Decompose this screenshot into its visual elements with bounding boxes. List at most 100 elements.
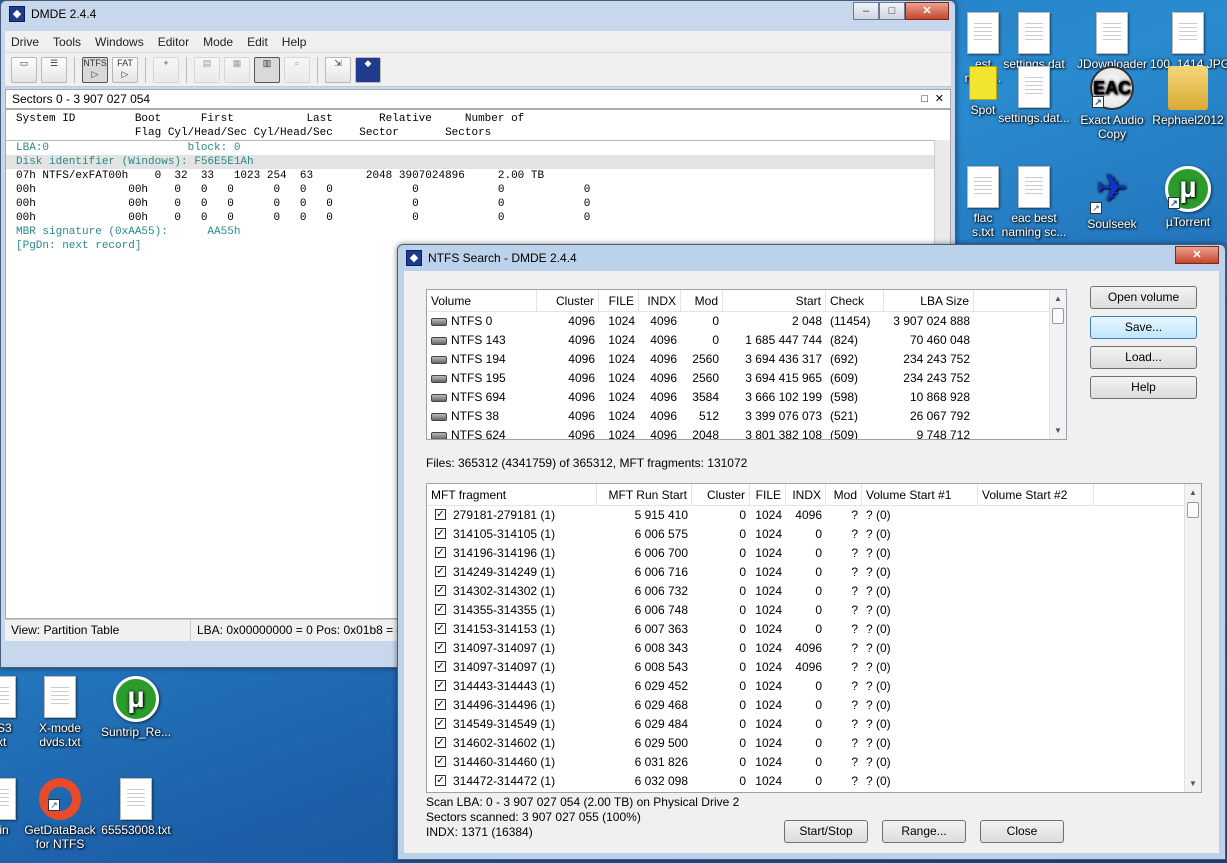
fragment-row[interactable]: ✓ 314249-314249 (1) 6 006 716 0 1024 0? ? (0) bbox=[427, 563, 1201, 582]
desktop-icon[interactable]: 65553008.txt bbox=[98, 778, 174, 837]
drive-select-icon[interactable]: ▭ bbox=[11, 56, 37, 83]
partition-row[interactable]: 00h 00h 0 0 0 0 0 0 0 0 0 bbox=[6, 183, 950, 197]
copy-sectors-icon[interactable]: ⇲ bbox=[325, 56, 351, 83]
wand-icon[interactable]: ✦ bbox=[153, 56, 179, 83]
row-checkbox[interactable]: ✓ bbox=[435, 775, 446, 787]
menu-tools[interactable]: Tools bbox=[53, 35, 81, 49]
tree-view-icon[interactable]: ▤ bbox=[194, 56, 220, 83]
fragment-row[interactable]: ✓ 314443-314443 (1) 6 029 452 0 1024 0? ? (0) bbox=[427, 677, 1201, 696]
menu-edit[interactable]: Edit bbox=[247, 35, 268, 49]
column-header[interactable]: Volume Start #1 bbox=[862, 484, 978, 505]
volume-row[interactable]: NTFS 143 4096 1024 4096 0 1 685 447 744 (824) 7… bbox=[427, 331, 1066, 350]
desktop-icon[interactable]: µ ↗ µTorrent bbox=[1150, 166, 1226, 229]
row-checkbox[interactable]: ✓ bbox=[435, 566, 446, 578]
partition-row[interactable]: Disk identifier (Windows): F56E5E1Ah bbox=[6, 155, 950, 169]
column-header[interactable]: INDX bbox=[786, 484, 826, 505]
column-header[interactable]: Mod bbox=[681, 290, 723, 311]
open-volume-button[interactable]: Open volume bbox=[1090, 286, 1197, 309]
fragment-row[interactable]: ✓ 314153-314153 (1) 6 007 363 0 1024 0? ? (0) bbox=[427, 620, 1201, 639]
dialog-close-button[interactable]: ✕ bbox=[1175, 246, 1219, 264]
desktop-icon[interactable]: X-mode dvds.txt bbox=[22, 676, 98, 749]
menu-editor[interactable]: Editor bbox=[158, 35, 189, 49]
column-header[interactable]: FILE bbox=[599, 290, 639, 311]
fragment-row[interactable]: ✓ 314496-314496 (1) 6 029 468 0 1024 0? ? (0) bbox=[427, 696, 1201, 715]
fragment-row[interactable]: ✓ 314355-314355 (1) 6 006 748 0 1024 0? ? (0) bbox=[427, 601, 1201, 620]
fat-search-button[interactable]: FAT ▷ bbox=[112, 56, 138, 83]
partition-row[interactable]: 00h 00h 0 0 0 0 0 0 0 0 0 bbox=[6, 211, 950, 225]
volume-row[interactable]: NTFS 694 4096 1024 4096 3584 3 666 102 199 (59… bbox=[427, 388, 1066, 407]
hex-view-icon[interactable]: ▥ bbox=[254, 56, 280, 83]
close-button[interactable]: ✕ bbox=[905, 2, 949, 20]
range-button[interactable]: Range... bbox=[882, 820, 966, 843]
row-checkbox[interactable]: ✓ bbox=[435, 680, 446, 692]
fragment-row[interactable]: ✓ 314097-314097 (1) 6 008 543 0 1024 4096? ? (… bbox=[427, 658, 1201, 677]
fragment-row[interactable]: ✓ 314472-314472 (1) 6 032 098 0 1024 0? ? (0) bbox=[427, 772, 1201, 791]
fragment-row[interactable]: ✓ 314302-314302 (1) 6 006 732 0 1024 0? ? (0) bbox=[427, 582, 1201, 601]
partition-row[interactable]: MBR signature (0xAA55): AA55h bbox=[6, 225, 950, 239]
minimize-button[interactable]: – bbox=[853, 2, 879, 20]
panel-close-icon[interactable]: ✕ bbox=[935, 90, 944, 108]
menu-mode[interactable]: Mode bbox=[203, 35, 233, 49]
desktop-icon[interactable]: settings.dat bbox=[996, 12, 1072, 71]
menu-drive[interactable]: Drive bbox=[11, 35, 39, 49]
desktop-icon[interactable]: settings.dat... bbox=[996, 66, 1072, 125]
desktop-icon[interactable]: JDownloader bbox=[1074, 12, 1150, 71]
column-header[interactable]: MFT Run Start bbox=[597, 484, 692, 505]
list-view-icon[interactable]: ▦ bbox=[224, 56, 250, 83]
desktop-icon[interactable]: EAC ↗ Exact Audio Copy bbox=[1074, 66, 1150, 141]
find-icon[interactable]: ⌕ bbox=[284, 56, 310, 83]
ntfs-search-button[interactable]: NTFS ▷ bbox=[82, 56, 108, 83]
column-header[interactable]: Volume bbox=[427, 290, 537, 311]
volume-row[interactable]: NTFS 194 4096 1024 4096 2560 3 694 436 317 (69… bbox=[427, 350, 1066, 369]
column-header[interactable]: INDX bbox=[639, 290, 681, 311]
column-header[interactable]: MFT fragment bbox=[427, 484, 597, 505]
row-checkbox[interactable]: ✓ bbox=[435, 737, 446, 749]
panel-maximize-icon[interactable]: □ bbox=[921, 90, 928, 108]
partition-row[interactable]: 07h NTFS/exFAT00h 0 32 33 1023 254 63 20… bbox=[6, 169, 950, 183]
fragment-row[interactable]: ✓ 314097-314097 (1) 6 008 343 0 1024 4096? ? (… bbox=[427, 639, 1201, 658]
volumes-list[interactable]: Volume Cluster FILE INDX Mod Start Check LBA Si… bbox=[426, 289, 1067, 440]
row-checkbox[interactable]: ✓ bbox=[435, 528, 446, 540]
fragment-row[interactable]: ✓ 314602-314602 (1) 6 029 500 0 1024 0? ? (0) bbox=[427, 734, 1201, 753]
help-button[interactable]: Help bbox=[1090, 376, 1197, 399]
row-checkbox[interactable]: ✓ bbox=[435, 661, 446, 673]
volume-row[interactable]: NTFS 624 4096 1024 4096 2048 3 801 382 108 (50… bbox=[427, 426, 1066, 439]
maximize-button[interactable]: □ bbox=[879, 2, 905, 20]
row-checkbox[interactable]: ✓ bbox=[435, 699, 446, 711]
save-button[interactable]: Save... bbox=[1090, 316, 1197, 339]
column-header[interactable]: FILE bbox=[750, 484, 786, 505]
desktop-icon[interactable]: 100_1414.JPG bbox=[1150, 12, 1227, 71]
column-header[interactable]: Check bbox=[826, 290, 884, 311]
column-header[interactable]: Start bbox=[723, 290, 826, 311]
dmde-titlebar[interactable]: ◆ DMDE 2.4.4 bbox=[1, 1, 955, 27]
partition-row[interactable]: LBA:0 block: 0 bbox=[6, 141, 950, 155]
row-checkbox[interactable]: ✓ bbox=[435, 547, 446, 559]
column-header[interactable]: Cluster bbox=[537, 290, 599, 311]
row-checkbox[interactable]: ✓ bbox=[435, 585, 446, 597]
desktop-icon[interactable]: ↗ GetDataBack for NTFS bbox=[22, 778, 98, 851]
column-header[interactable]: Volume Start #2 bbox=[978, 484, 1094, 505]
desktop-icon[interactable]: eac best naming sc... bbox=[996, 166, 1072, 239]
row-checkbox[interactable]: ✓ bbox=[435, 623, 446, 635]
menu-help[interactable]: Help bbox=[282, 35, 307, 49]
fragment-row[interactable]: ✓ 314460-314460 (1) 6 031 826 0 1024 0? ? (0) bbox=[427, 753, 1201, 772]
fragment-row[interactable]: ✓ 314549-314549 (1) 6 029 484 0 1024 0? ? (0) bbox=[427, 715, 1201, 734]
fragment-row[interactable]: ✓ 314196-314196 (1) 6 006 700 0 1024 0? ? (0) bbox=[427, 544, 1201, 563]
partition-row[interactable]: 00h 00h 0 0 0 0 0 0 0 0 0 bbox=[6, 197, 950, 211]
fragments-scrollbar[interactable]: ▲ ▼ bbox=[1184, 484, 1201, 792]
row-checkbox[interactable]: ✓ bbox=[435, 604, 446, 616]
volume-row[interactable]: NTFS 195 4096 1024 4096 2560 3 694 415 965 (60… bbox=[427, 369, 1066, 388]
desktop-icon[interactable]: Rephael2012 bbox=[1150, 66, 1226, 127]
menu-windows[interactable]: Windows bbox=[95, 35, 144, 49]
load-button[interactable]: Load... bbox=[1090, 346, 1197, 369]
column-header[interactable]: Cluster bbox=[692, 484, 750, 505]
desktop-icon[interactable]: ✈ ↗ Soulseek bbox=[1074, 166, 1150, 231]
fragment-row[interactable]: ✓ 314105-314105 (1) 6 006 575 0 1024 0? ? (0) bbox=[427, 525, 1201, 544]
dialog-titlebar[interactable]: ◆ NTFS Search - DMDE 2.4.4 bbox=[398, 245, 1225, 271]
start-stop-button[interactable]: Start/Stop bbox=[784, 820, 868, 843]
fragment-row[interactable]: ✓ 279181-279181 (1) 5 915 410 0 1024 4096? ? (… bbox=[427, 506, 1201, 525]
volume-row[interactable]: NTFS 38 4096 1024 4096 512 3 399 076 073 (521)… bbox=[427, 407, 1066, 426]
mft-fragments-list[interactable]: MFT fragment MFT Run Start Cluster FILE INDX… bbox=[426, 483, 1202, 793]
column-header[interactable]: Mod bbox=[826, 484, 862, 505]
column-header[interactable]: LBA Size bbox=[884, 290, 974, 311]
